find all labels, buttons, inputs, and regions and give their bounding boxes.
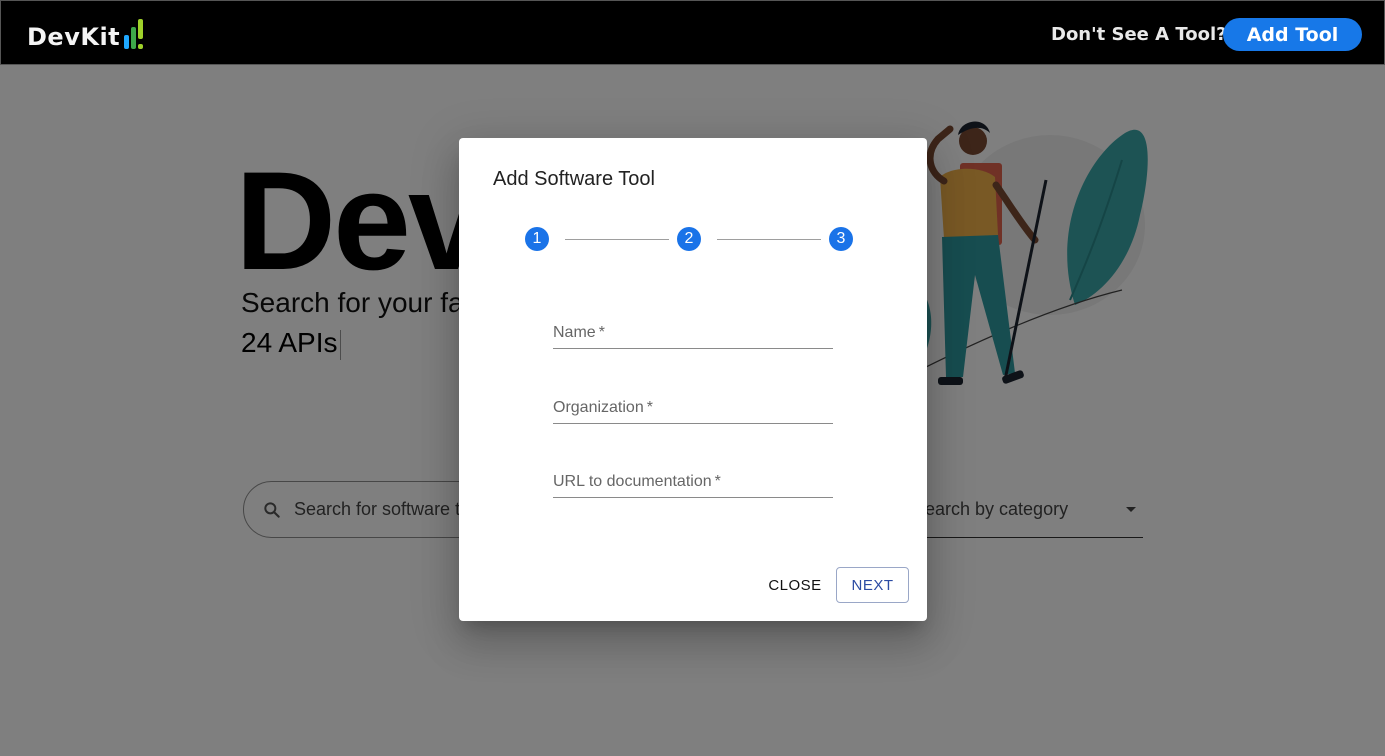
dont-see-tool-text: Don't See A Tool? <box>1051 24 1227 45</box>
logo-text: DevKit <box>27 23 121 51</box>
documentation-url-input[interactable] <box>553 468 833 496</box>
logo-mark-icon <box>124 17 146 51</box>
add-software-tool-dialog: Add Software Tool 1 2 3 Name * Organizati… <box>459 138 927 621</box>
add-tool-button[interactable]: Add Tool <box>1223 18 1362 51</box>
dialog-title: Add Software Tool <box>493 168 655 190</box>
stepper-step-3: 3 <box>829 227 853 251</box>
stepper-step-1: 1 <box>525 227 549 251</box>
organization-input[interactable] <box>553 394 833 422</box>
name-field[interactable]: Name * <box>553 309 833 349</box>
close-button[interactable]: CLOSE <box>759 568 831 602</box>
stepper-step-2: 2 <box>677 227 701 251</box>
next-button[interactable]: NEXT <box>836 567 909 603</box>
top-navbar: DevKit Don't See A Tool? Add Tool <box>0 0 1385 65</box>
stepper-connector <box>565 239 669 240</box>
stepper-connector <box>717 239 821 240</box>
organization-field[interactable]: Organization * <box>553 384 833 424</box>
devkit-logo[interactable]: DevKit <box>27 17 146 51</box>
documentation-url-field[interactable]: URL to documentation * <box>553 458 833 498</box>
name-input[interactable] <box>553 319 833 347</box>
